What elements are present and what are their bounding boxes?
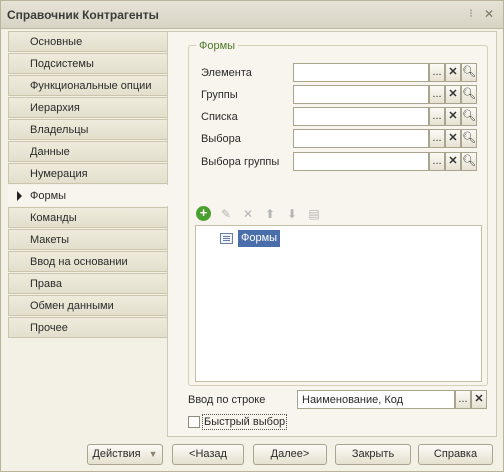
input-by-string-label: Ввод по строке <box>188 394 266 406</box>
clear-button[interactable]: ✕ <box>445 63 461 82</box>
window: Справочник Контрагенты ⁝ ✕ Основные Подс… <box>0 0 504 472</box>
field-label: Выбора группы <box>201 156 280 168</box>
sidebar-item-templates[interactable]: Макеты <box>8 229 167 250</box>
sidebar-item-forms[interactable]: Формы <box>8 185 169 206</box>
actions-button[interactable]: Действия ▼ <box>87 444 163 465</box>
sidebar-item-label: Права <box>30 278 62 290</box>
element-form-input[interactable] <box>293 63 429 82</box>
sidebar-item-label: Подсистемы <box>30 58 94 70</box>
forms-tree: Формы <box>195 225 482 382</box>
group-form-input[interactable] <box>293 85 429 104</box>
sidebar-item-commands[interactable]: Команды <box>8 207 167 228</box>
sidebar: Основные Подсистемы Функциональные опции… <box>8 31 169 437</box>
select-button[interactable]: ... <box>429 85 445 104</box>
next-button[interactable]: Далее> <box>253 444 327 465</box>
choice-form-input[interactable] <box>293 129 429 148</box>
magnifier-icon[interactable]: 🔍︎ <box>461 107 477 126</box>
input-by-string-field[interactable]: Наименование, Код <box>297 390 455 409</box>
field-label: Списка <box>201 111 238 123</box>
sidebar-item-label: Функциональные опции <box>30 80 152 92</box>
form-list-icon <box>220 233 233 244</box>
sidebar-item-owners[interactable]: Владельцы <box>8 119 167 140</box>
sidebar-item-label: Макеты <box>30 234 70 246</box>
tree-item-label: Формы <box>238 230 281 247</box>
quick-choice-checkbox[interactable] <box>188 416 200 428</box>
properties-icon[interactable]: ▤ <box>305 205 323 223</box>
clear-button[interactable]: ✕ <box>471 390 487 409</box>
sidebar-item-label: Основные <box>30 36 83 48</box>
sidebar-item-input-based-on[interactable]: Ввод на основании <box>8 251 167 272</box>
sidebar-item-data[interactable]: Данные <box>8 141 167 162</box>
sidebar-item-podsistemy[interactable]: Подсистемы <box>8 53 167 74</box>
back-button[interactable]: <Назад <box>172 444 244 465</box>
quick-choice-label[interactable]: Быстрый выбор <box>202 414 288 430</box>
clear-button[interactable]: ✕ <box>445 85 461 104</box>
move-up-icon[interactable]: ⬆ <box>261 205 279 223</box>
sidebar-item-label: Прочее <box>30 322 68 334</box>
sidebar-item-osnovnye[interactable]: Основные <box>8 31 167 52</box>
field-row-list-form: Списка ... ✕ 🔍︎ <box>201 107 481 127</box>
sidebar-item-other[interactable]: Прочее <box>8 317 167 338</box>
magnifier-icon[interactable]: 🔍︎ <box>461 85 477 104</box>
add-icon[interactable]: + <box>195 205 213 223</box>
list-form-input[interactable] <box>293 107 429 126</box>
dropdown-arrow-icon: ▼ <box>148 449 158 459</box>
sidebar-item-label: Команды <box>30 212 77 224</box>
sidebar-item-rights[interactable]: Права <box>8 273 167 294</box>
group-choice-form-input[interactable] <box>293 152 429 171</box>
select-button[interactable]: ... <box>429 63 445 82</box>
magnifier-icon[interactable]: 🔍︎ <box>461 152 477 171</box>
magnifier-icon[interactable]: 🔍︎ <box>461 63 477 82</box>
clear-button[interactable]: ✕ <box>445 107 461 126</box>
sidebar-item-label: Обмен данными <box>30 300 114 312</box>
help-button[interactable]: Справка <box>418 444 493 465</box>
sidebar-item-hierarchy[interactable]: Иерархия <box>8 97 167 118</box>
field-row-group-form: Группы ... ✕ 🔍︎ <box>201 85 481 105</box>
sidebar-item-label: Иерархия <box>30 102 80 114</box>
select-button[interactable]: ... <box>429 107 445 126</box>
close-icon[interactable]: ✕ <box>482 7 496 21</box>
actions-label: Действия <box>92 448 141 460</box>
input-by-string-select-button[interactable]: ... <box>455 390 471 409</box>
input-by-string-row: Ввод по строке Наименование, Код ... ✕ <box>188 390 488 410</box>
sidebar-item-label: Формы <box>30 190 67 202</box>
delete-icon[interactable]: ✕ <box>239 205 257 223</box>
title-bar: Справочник Контрагенты ⁝ ✕ <box>1 1 503 29</box>
sidebar-item-label: Ввод на основании <box>30 256 128 268</box>
field-row-choice-form: Выбора ... ✕ 🔍︎ <box>201 129 481 149</box>
select-button[interactable]: ... <box>429 152 445 171</box>
sidebar-item-label: Нумерация <box>30 168 88 180</box>
active-arrow-icon <box>17 191 22 201</box>
field-label: Элемента <box>201 67 252 79</box>
window-title: Справочник Контрагенты <box>7 8 159 22</box>
field-label: Группы <box>201 89 238 101</box>
content-panel: Формы Элемента ... ✕ 🔍︎ Группы ... ✕ 🔍︎ … <box>168 31 497 437</box>
sidebar-item-label: Владельцы <box>30 124 89 136</box>
select-button[interactable]: ... <box>429 129 445 148</box>
magnifier-icon[interactable]: 🔍︎ <box>461 129 477 148</box>
sidebar-item-data-exchange[interactable]: Обмен данными <box>8 295 167 316</box>
sidebar-item-functional-options[interactable]: Функциональные опции <box>8 75 167 96</box>
sidebar-item-label: Данные <box>30 146 70 158</box>
forms-group-title: Формы <box>196 40 239 52</box>
field-label: Выбора <box>201 133 241 145</box>
edit-icon[interactable]: ✎ <box>217 205 235 223</box>
field-row-element-form: Элемента ... ✕ 🔍︎ <box>201 63 481 83</box>
close-button[interactable]: Закрыть <box>335 444 411 465</box>
sidebar-item-numbering[interactable]: Нумерация <box>8 163 167 184</box>
clear-button[interactable]: ✕ <box>445 152 461 171</box>
pin-icon[interactable]: ⁝ <box>464 7 478 21</box>
clear-button[interactable]: ✕ <box>445 129 461 148</box>
move-down-icon[interactable]: ⬇ <box>283 205 301 223</box>
field-row-group-choice-form: Выбора группы ... ✕ 🔍︎ <box>201 152 481 172</box>
